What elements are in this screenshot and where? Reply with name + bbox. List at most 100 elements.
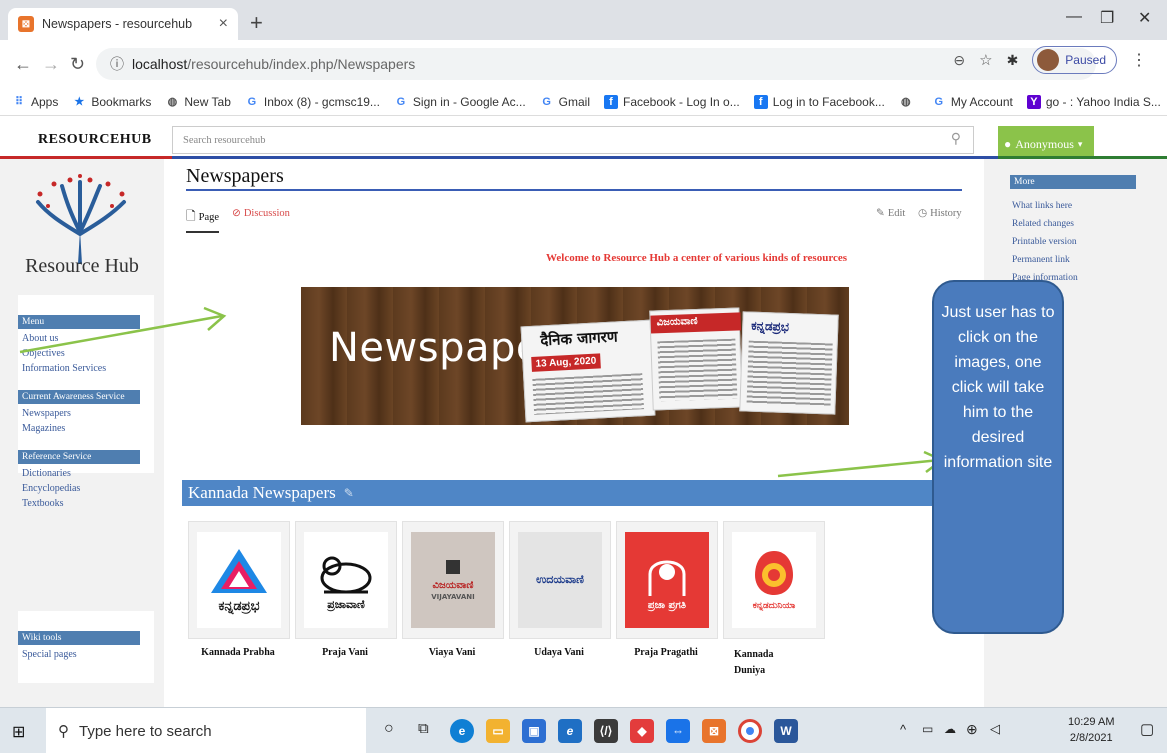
- restore-icon[interactable]: ❐: [1100, 8, 1114, 28]
- edge-icon[interactable]: e: [450, 719, 474, 743]
- cortana-icon[interactable]: ○: [384, 720, 394, 738]
- bookmark-item[interactable]: ◍: [899, 95, 918, 109]
- browser-tab[interactable]: ⊠ Newspapers - resourcehub ×: [8, 8, 238, 40]
- sidebar-item-encyclopedias[interactable]: Encyclopedias: [18, 479, 154, 494]
- bookmark-item[interactable]: ⠿ Apps: [12, 95, 58, 109]
- discussion-icon: ⊘: [232, 208, 241, 219]
- network-icon[interactable]: ⊕: [966, 721, 978, 738]
- sidebar-item-objectives[interactable]: Objectives: [18, 344, 154, 359]
- forward-icon[interactable]: →: [42, 54, 60, 75]
- close-icon[interactable]: ×: [219, 15, 228, 33]
- sidebar-item-newspapers[interactable]: Newspapers: [18, 404, 154, 419]
- zoom-icon[interactable]: ⊖: [953, 52, 965, 69]
- newspaper-card-kannada-prabha[interactable]: ಕನ್ನಡಪ್ರಭ: [188, 521, 290, 639]
- bookmark-item[interactable]: f Facebook - Log In o...: [604, 94, 740, 109]
- site-brand[interactable]: RESOURCEHUB: [38, 132, 152, 148]
- tool-permanent-link[interactable]: Permanent link: [1012, 255, 1070, 265]
- toolbar-right: ⊖ ☆ ✱ Paused ⋮: [953, 46, 1147, 74]
- new-tab-button[interactable]: +: [250, 10, 263, 36]
- extensions-icon[interactable]: ✱: [1007, 52, 1019, 69]
- bookmark-item[interactable]: Ygo - : Yahoo India S...: [1026, 94, 1161, 109]
- script-icon[interactable]: ⟨/⟩: [594, 719, 618, 743]
- star-icon[interactable]: ☆: [979, 51, 992, 69]
- newspaper-card-udaya-vani[interactable]: ಉದಯವಾಣಿ: [509, 521, 611, 639]
- profile-button[interactable]: Paused: [1032, 46, 1117, 74]
- newspaper-label-viaya-vani[interactable]: Viaya Vani: [397, 647, 507, 658]
- sidebar-item-magazines[interactable]: Magazines: [18, 419, 154, 434]
- bookmark-item[interactable]: ◍ New Tab: [165, 95, 231, 109]
- newspapers-banner[interactable]: Newspapers दैनिक जागरण 13 Aug, 2020 ವಿಜಯ…: [301, 287, 849, 425]
- sidebar-item-special-pages[interactable]: Special pages: [18, 645, 154, 660]
- clock[interactable]: 10:29 AM 2/8/2021: [1068, 714, 1114, 746]
- tab-edit[interactable]: ✎ Edit: [876, 207, 906, 220]
- tool-printable-version[interactable]: Printable version: [1012, 237, 1077, 247]
- url-path: /resourcehub/index.php/Newspapers: [187, 56, 416, 72]
- taskbar-search[interactable]: ⚲ Type here to search: [46, 708, 366, 753]
- reload-icon[interactable]: ↻: [70, 54, 85, 75]
- bookmark-item[interactable]: G Gmail: [540, 95, 590, 109]
- people-icon[interactable]: ☁: [944, 722, 956, 736]
- newspaper-label-kannada-duniya[interactable]: Kannada Duniya: [734, 647, 794, 679]
- edit-icon: ✎: [876, 208, 885, 219]
- bookmark-item[interactable]: ★ Bookmarks: [72, 95, 151, 109]
- store-icon[interactable]: ▣: [522, 719, 546, 743]
- welcome-message: Welcome to Resource Hub a center of vari…: [546, 252, 848, 264]
- bookmark-item[interactable]: f Log in to Facebook...: [753, 94, 885, 109]
- file-explorer-icon[interactable]: ▭: [486, 719, 510, 743]
- newspaper-card-praja-vani[interactable]: ಪ್ರಜಾವಾಣಿ: [295, 521, 397, 639]
- newspaper-card-viaya-vani[interactable]: ವಿಜಯವಾಣಿ VIJAYAVANI: [402, 521, 504, 639]
- tab-history[interactable]: ◷ History: [918, 207, 962, 220]
- tool-what-links-here[interactable]: What links here: [1012, 201, 1072, 211]
- back-icon[interactable]: ←: [14, 54, 32, 75]
- chrome-icon[interactable]: [738, 719, 762, 743]
- sidebar-item-dictionaries[interactable]: Dictionaries: [18, 464, 154, 479]
- tool-related-changes[interactable]: Related changes: [1012, 219, 1074, 229]
- newspaper-card-kannada-duniya[interactable]: ಕನ್ನಡದುನಿಯಾ: [723, 521, 825, 639]
- facebook-icon: f: [604, 94, 618, 109]
- bookmarks-bar: ⠿ Apps ★ Bookmarks ◍ New Tab G Inbox (8) - gcms…: [0, 88, 1167, 116]
- avatar: [1037, 49, 1060, 71]
- vijaya-vani-logo: ವಿಜಯವಾಣಿ VIJAYAVANI: [411, 532, 495, 628]
- ie-icon[interactable]: e: [558, 719, 582, 743]
- bookmark-item[interactable]: G Inbox (8) - gcmsc19...: [245, 95, 380, 109]
- annotation-callout: Just user has to click on the images, on…: [932, 280, 1064, 634]
- url-bar[interactable]: ⓘ localhost/resourcehub/index.php/Newspa…: [96, 48, 1096, 80]
- newspaper-label-praja-vani[interactable]: Praja Vani: [290, 647, 400, 658]
- task-view-icon[interactable]: ⧉: [418, 720, 429, 737]
- minimize-icon[interactable]: —: [1066, 8, 1082, 26]
- word-icon[interactable]: W: [774, 719, 798, 743]
- address-bar-row: ← → ↻ ⓘ localhost/resourcehub/index.php/…: [0, 40, 1167, 88]
- newspaper-card-praja-pragathi[interactable]: ಪ್ರಜಾ ಪ್ರಗತಿ: [616, 521, 718, 639]
- windows-start-icon[interactable]: ⊞: [12, 722, 25, 742]
- search-input[interactable]: Search resourcehub ⚲: [172, 126, 974, 154]
- edit-section-icon[interactable]: ✎: [344, 486, 354, 501]
- anydesk-icon[interactable]: ◆: [630, 719, 654, 743]
- sidebar-item-about-us[interactable]: About us: [18, 329, 154, 344]
- info-icon[interactable]: ⓘ: [110, 54, 124, 74]
- newspaper-label-praja-pragathi[interactable]: Praja Pragathi: [611, 647, 721, 658]
- notification-icon[interactable]: ▢: [1140, 720, 1154, 738]
- section-title: Kannada Newspapers: [188, 483, 336, 502]
- praja-vani-logo: ಪ್ರಜಾವಾಣಿ: [304, 532, 388, 628]
- bookmark-item[interactable]: G My Account: [932, 95, 1013, 109]
- newspaper-label-kannada-prabha[interactable]: Kannada Prabha: [183, 647, 293, 658]
- tab-page[interactable]: 🗋 Page: [186, 207, 220, 233]
- newspaper-label-udaya-vani[interactable]: Udaya Vani: [504, 647, 614, 658]
- battery-icon[interactable]: ▭: [922, 722, 933, 736]
- bookmark-item[interactable]: G Sign in - Google Ac...: [394, 95, 526, 109]
- main-content: Newspapers 🗋 Page ⊘ Discussion ✎ Edit ◷ …: [164, 159, 982, 707]
- sidebar-item-information-services[interactable]: Information Services: [18, 359, 154, 374]
- banner-date-tag: 13 Aug, 2020: [531, 353, 601, 372]
- sidebar-header-current-awareness: Current Awareness Service: [18, 390, 140, 404]
- bookmark-label: Gmail: [558, 94, 590, 109]
- sidebar-item-textbooks[interactable]: Textbooks: [18, 494, 154, 509]
- volume-icon[interactable]: ◁: [990, 721, 1000, 737]
- search-icon[interactable]: ⚲: [951, 131, 961, 148]
- menu-icon[interactable]: ⋮: [1131, 50, 1147, 70]
- tab-discussion[interactable]: ⊘ Discussion: [232, 207, 290, 220]
- tab-edit-label: Edit: [887, 207, 906, 219]
- tray-chevron-icon[interactable]: ^: [900, 722, 906, 737]
- teamviewer-icon[interactable]: ⇔: [666, 719, 690, 743]
- window-close-icon[interactable]: ✕: [1138, 8, 1151, 28]
- xampp-icon[interactable]: ⊠: [702, 719, 726, 743]
